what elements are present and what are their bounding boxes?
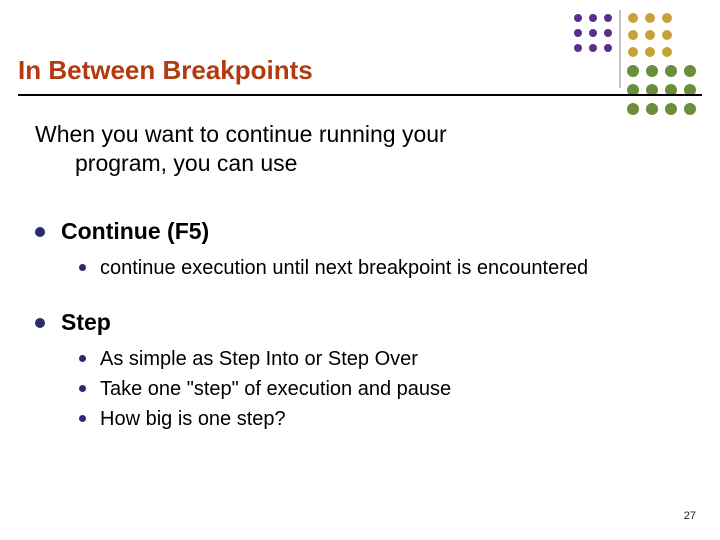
item-text: continue execution until next breakpoint… bbox=[100, 255, 588, 281]
section-heading: Step bbox=[61, 309, 111, 336]
title-bar: In Between Breakpoints bbox=[18, 55, 702, 96]
section-step: Step bbox=[35, 309, 650, 336]
intro-text: When you want to continue running your p… bbox=[35, 120, 620, 178]
list-item: Take one "step" of execution and pause bbox=[79, 376, 650, 402]
slide: In Between Breakpoints When you want to … bbox=[0, 0, 720, 540]
slide-number: 27 bbox=[684, 510, 696, 522]
list-item: continue execution until next breakpoint… bbox=[79, 255, 650, 281]
bullet-icon bbox=[79, 264, 86, 271]
section-step-items: As simple as Step Into or Step Over Take… bbox=[79, 346, 650, 432]
item-text: As simple as Step Into or Step Over bbox=[100, 346, 418, 372]
item-text: How big is one step? bbox=[100, 406, 286, 432]
bullet-icon bbox=[35, 318, 45, 328]
slide-title: In Between Breakpoints bbox=[18, 55, 702, 86]
bullet-icon bbox=[79, 355, 86, 362]
section-heading: Continue (F5) bbox=[61, 218, 209, 245]
intro-line-1: When you want to continue running your bbox=[35, 120, 620, 149]
list-item: As simple as Step Into or Step Over bbox=[79, 346, 650, 372]
list-item: How big is one step? bbox=[79, 406, 650, 432]
bullet-icon bbox=[79, 385, 86, 392]
body-content: Continue (F5) continue execution until n… bbox=[35, 200, 650, 432]
item-text: Take one "step" of execution and pause bbox=[100, 376, 451, 402]
bullet-icon bbox=[35, 227, 45, 237]
bullet-icon bbox=[79, 415, 86, 422]
section-continue-items: continue execution until next breakpoint… bbox=[79, 255, 650, 281]
intro-line-2: program, you can use bbox=[75, 149, 620, 178]
section-continue: Continue (F5) bbox=[35, 218, 650, 245]
